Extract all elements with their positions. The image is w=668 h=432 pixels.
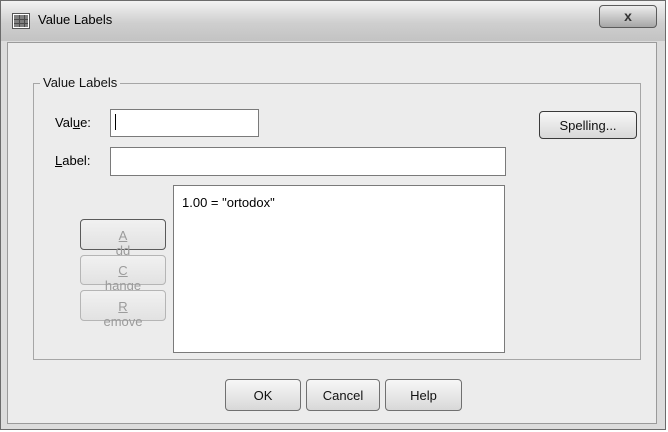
change-button[interactable]: Change: [80, 255, 166, 293]
help-button-label: Help: [410, 388, 437, 403]
add-button[interactable]: Add: [80, 219, 166, 258]
groupbox-legend: Value Labels: [40, 75, 121, 90]
ok-button[interactable]: OK: [225, 379, 301, 411]
label-label: Label:: [55, 153, 91, 168]
text-caret: [115, 114, 116, 130]
ok-button-label: OK: [253, 388, 273, 403]
add-button-label: Add: [115, 228, 131, 258]
spelling-button-label: Spelling...: [559, 118, 617, 133]
close-icon: x: [624, 8, 632, 24]
value-label: Value:: [55, 115, 91, 130]
dialog-title: Value Labels: [38, 12, 113, 27]
label-input[interactable]: [110, 147, 506, 176]
cancel-button-label: Cancel: [322, 388, 364, 403]
help-button[interactable]: Help: [385, 379, 462, 411]
remove-button-label: Remove: [103, 299, 143, 329]
cancel-button[interactable]: Cancel: [306, 379, 380, 411]
close-button[interactable]: x: [599, 5, 657, 28]
value-labels-list[interactable]: 1.00 = "ortodox": [173, 185, 505, 353]
title-bar[interactable]: Value Labels x: [1, 1, 665, 41]
value-input[interactable]: [110, 109, 259, 137]
change-button-label: Change: [104, 263, 142, 293]
spelling-button[interactable]: Spelling...: [539, 111, 637, 139]
remove-button[interactable]: Remove: [80, 290, 166, 329]
table-grid-icon: [12, 13, 30, 29]
list-item[interactable]: 1.00 = "ortodox": [182, 195, 275, 210]
